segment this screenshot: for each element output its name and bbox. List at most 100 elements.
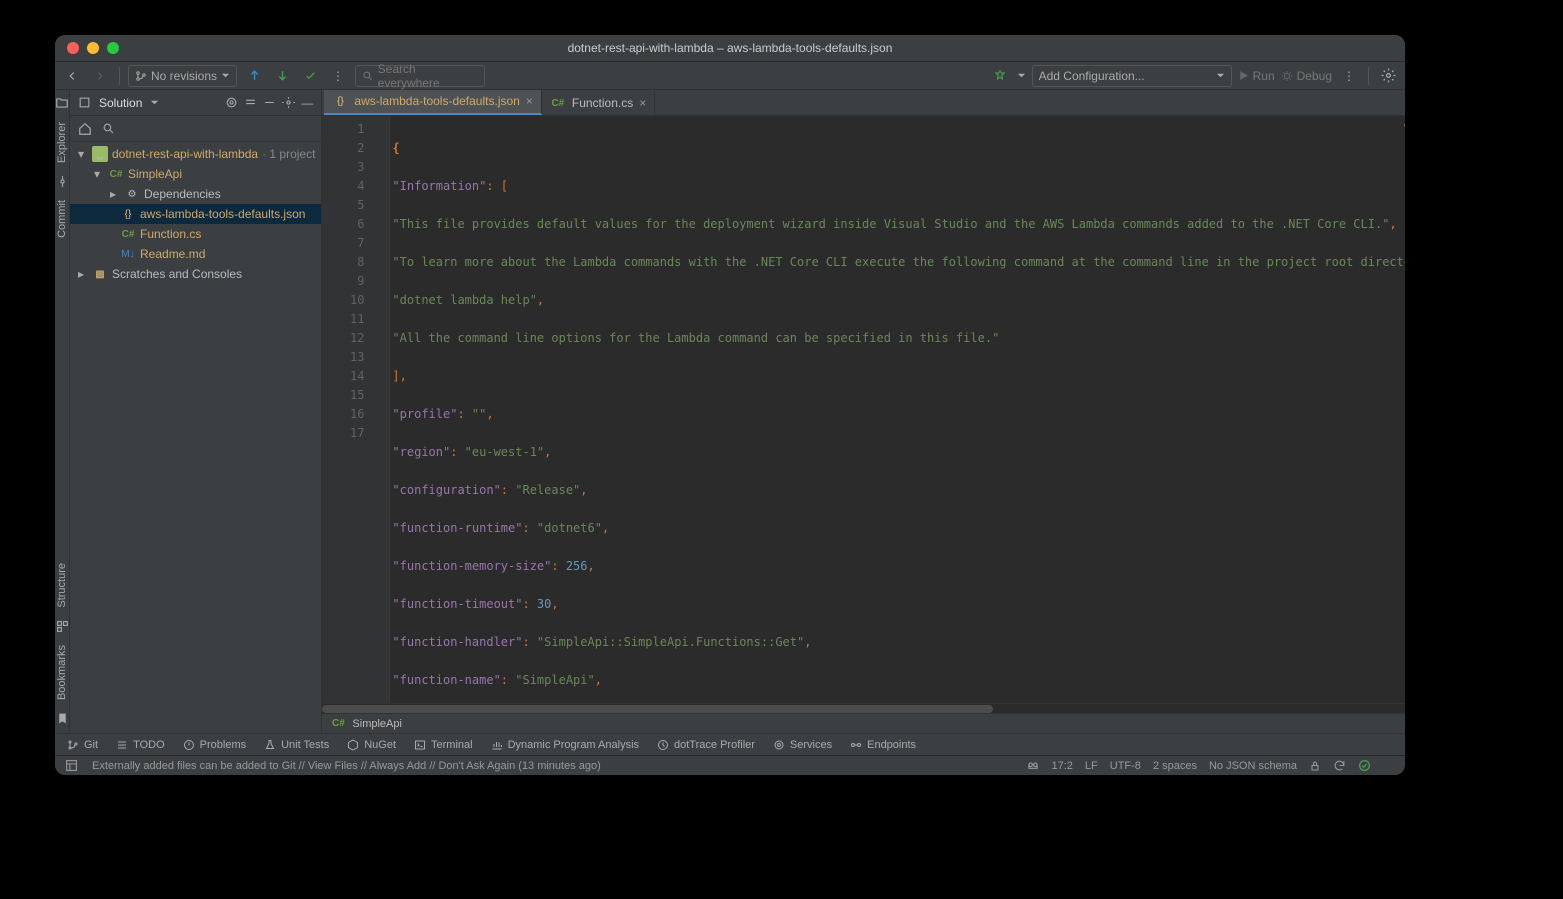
main-toolbar: No revisions ⋮ Search everywhere Add Con… <box>55 62 1405 90</box>
close-tab-icon[interactable]: × <box>639 96 646 110</box>
nuget-tool-button[interactable]: NuGet <box>347 739 396 751</box>
copilot-icon[interactable] <box>1026 759 1040 773</box>
bookmark-icon[interactable] <box>56 712 69 725</box>
problems-tool-button[interactable]: Problems <box>183 739 246 751</box>
markdown-file-icon: M↓ <box>120 246 136 262</box>
status-bar: Externally added files can be added to G… <box>55 755 1405 775</box>
warning-icon <box>183 739 195 751</box>
bottom-tool-buttons: Git TODO Problems Unit Tests NuGet Termi… <box>55 733 1405 755</box>
build-button[interactable] <box>989 65 1011 87</box>
search-placeholder: Search everywhere <box>378 62 478 90</box>
close-tab-icon[interactable]: × <box>526 94 533 108</box>
todo-tool-button[interactable]: TODO <box>116 739 165 751</box>
more-actions-button[interactable]: ⋮ <box>1338 65 1360 87</box>
chevron-down-icon <box>1216 71 1225 80</box>
target-icon[interactable] <box>225 96 238 109</box>
lock-icon[interactable] <box>1309 760 1321 772</box>
debug-button[interactable]: Debug <box>1281 69 1332 83</box>
indent[interactable]: 2 spaces <box>1153 760 1197 772</box>
code-area[interactable]: { "Information": [ "This file provides d… <box>390 116 1405 703</box>
root-suffix: · 1 project <box>262 147 315 161</box>
vcs-more-button[interactable]: ⋮ <box>327 65 349 87</box>
root-name: dotnet-rest-api-with-lambda <box>112 147 258 161</box>
dpa-tool-button[interactable]: Dynamic Program Analysis <box>491 739 639 751</box>
nav-back-button[interactable] <box>61 65 83 87</box>
caret-position[interactable]: 17:2 <box>1052 760 1073 772</box>
bookmarks-tool-button[interactable]: Bookmarks <box>56 645 68 700</box>
check-icon[interactable] <box>1358 759 1371 772</box>
endpoints-tool-button[interactable]: Endpoints <box>850 739 916 751</box>
tab-defaults-json[interactable]: {} aws-lambda-tools-defaults.json × <box>324 90 541 115</box>
commit-icon[interactable] <box>56 175 69 188</box>
more-icon[interactable] <box>1383 760 1395 772</box>
home-icon[interactable] <box>78 122 92 136</box>
panel-title: Solution <box>99 96 142 110</box>
tree-file-function[interactable]: C# Function.cs <box>70 224 321 244</box>
chevron-right-icon[interactable]: ▸ <box>74 267 88 281</box>
hide-panel-button[interactable]: — <box>301 96 313 110</box>
line-gutter: 1234567891011121314151617 <box>322 116 372 703</box>
structure-tool-button[interactable]: Structure <box>56 563 68 608</box>
vcs-commit-button[interactable] <box>271 65 293 87</box>
status-message[interactable]: Externally added files can be added to G… <box>92 760 601 772</box>
expand-all-icon[interactable] <box>244 96 257 109</box>
explorer-tool-button[interactable]: Explorer <box>56 122 68 163</box>
tree-dependencies[interactable]: ▸ ⚙ Dependencies <box>70 184 321 204</box>
chevron-down-icon[interactable] <box>150 98 159 107</box>
fold-column[interactable] <box>372 116 390 703</box>
breadcrumb[interactable]: C# SimpleApi <box>322 713 1405 733</box>
solution-tree: ▾ ␣ dotnet-rest-api-with-lambda · 1 proj… <box>70 142 321 733</box>
editor-viewport[interactable]: OFF 1234567891011121314151617 { "Informa… <box>322 116 1405 703</box>
editor-area: {} aws-lambda-tools-defaults.json × C# F… <box>322 90 1405 733</box>
search-icon <box>362 70 374 82</box>
line-sep[interactable]: LF <box>1085 760 1098 772</box>
chevron-down-icon[interactable]: ▾ <box>74 147 88 161</box>
chevron-down-icon[interactable]: ▾ <box>90 167 104 181</box>
vcs-push-button[interactable] <box>299 65 321 87</box>
terminal-tool-button[interactable]: Terminal <box>414 739 473 751</box>
settings-button[interactable] <box>1377 65 1399 87</box>
encoding[interactable]: UTF-8 <box>1110 760 1141 772</box>
tree-file-readme[interactable]: M↓ Readme.md <box>70 244 321 264</box>
close-window-icon[interactable] <box>67 42 79 54</box>
minimize-window-icon[interactable] <box>87 42 99 54</box>
solution-icon: ␣ <box>92 146 108 162</box>
structure-icon[interactable] <box>56 620 69 633</box>
search-icon[interactable] <box>102 122 115 135</box>
vcs-revisions-dropdown[interactable]: No revisions <box>128 65 237 87</box>
branch-icon <box>135 70 147 82</box>
tool-windows-icon[interactable] <box>65 759 78 772</box>
explorer-toolbar <box>70 116 321 142</box>
gear-icon[interactable] <box>282 96 295 109</box>
unittests-tool-button[interactable]: Unit Tests <box>264 739 329 751</box>
project-name: SimpleApi <box>128 167 182 181</box>
search-everywhere-box[interactable]: Search everywhere <box>355 65 485 87</box>
horizontal-scrollbar[interactable] <box>322 703 1405 713</box>
scrollbar-thumb[interactable] <box>322 705 993 713</box>
run-button[interactable]: Run <box>1238 69 1275 83</box>
tree-project[interactable]: ▾ C# SimpleApi <box>70 164 321 184</box>
file-name: Readme.md <box>140 247 205 261</box>
chevron-down-icon[interactable] <box>1017 71 1026 80</box>
tree-scratches[interactable]: ▸ ▩ Scratches and Consoles <box>70 264 321 284</box>
chevron-right-icon[interactable]: ▸ <box>106 187 120 201</box>
collapse-all-icon[interactable] <box>263 96 276 109</box>
vcs-update-button[interactable] <box>243 65 265 87</box>
project-icon[interactable] <box>55 96 69 110</box>
services-tool-button[interactable]: Services <box>773 739 832 751</box>
schema[interactable]: No JSON schema <box>1209 760 1297 772</box>
tree-root[interactable]: ▾ ␣ dotnet-rest-api-with-lambda · 1 proj… <box>70 144 321 164</box>
analysis-icon <box>491 739 503 751</box>
inspection-toggle[interactable]: OFF <box>1404 120 1405 132</box>
git-tool-button[interactable]: Git <box>67 739 98 751</box>
maximize-window-icon[interactable] <box>107 42 119 54</box>
commit-tool-button[interactable]: Commit <box>56 200 68 238</box>
tree-file-defaults[interactable]: {} aws-lambda-tools-defaults.json <box>70 204 321 224</box>
services-icon <box>773 739 785 751</box>
tab-function-cs[interactable]: C# Function.cs × <box>542 91 655 115</box>
dottrace-tool-button[interactable]: dotTrace Profiler <box>657 739 755 751</box>
run-config-dropdown[interactable]: Add Configuration... <box>1032 65 1232 87</box>
sync-icon[interactable] <box>1333 759 1346 772</box>
left-stripe: Explorer Commit Structure Bookmarks <box>55 90 70 733</box>
nav-fwd-button[interactable] <box>89 65 111 87</box>
